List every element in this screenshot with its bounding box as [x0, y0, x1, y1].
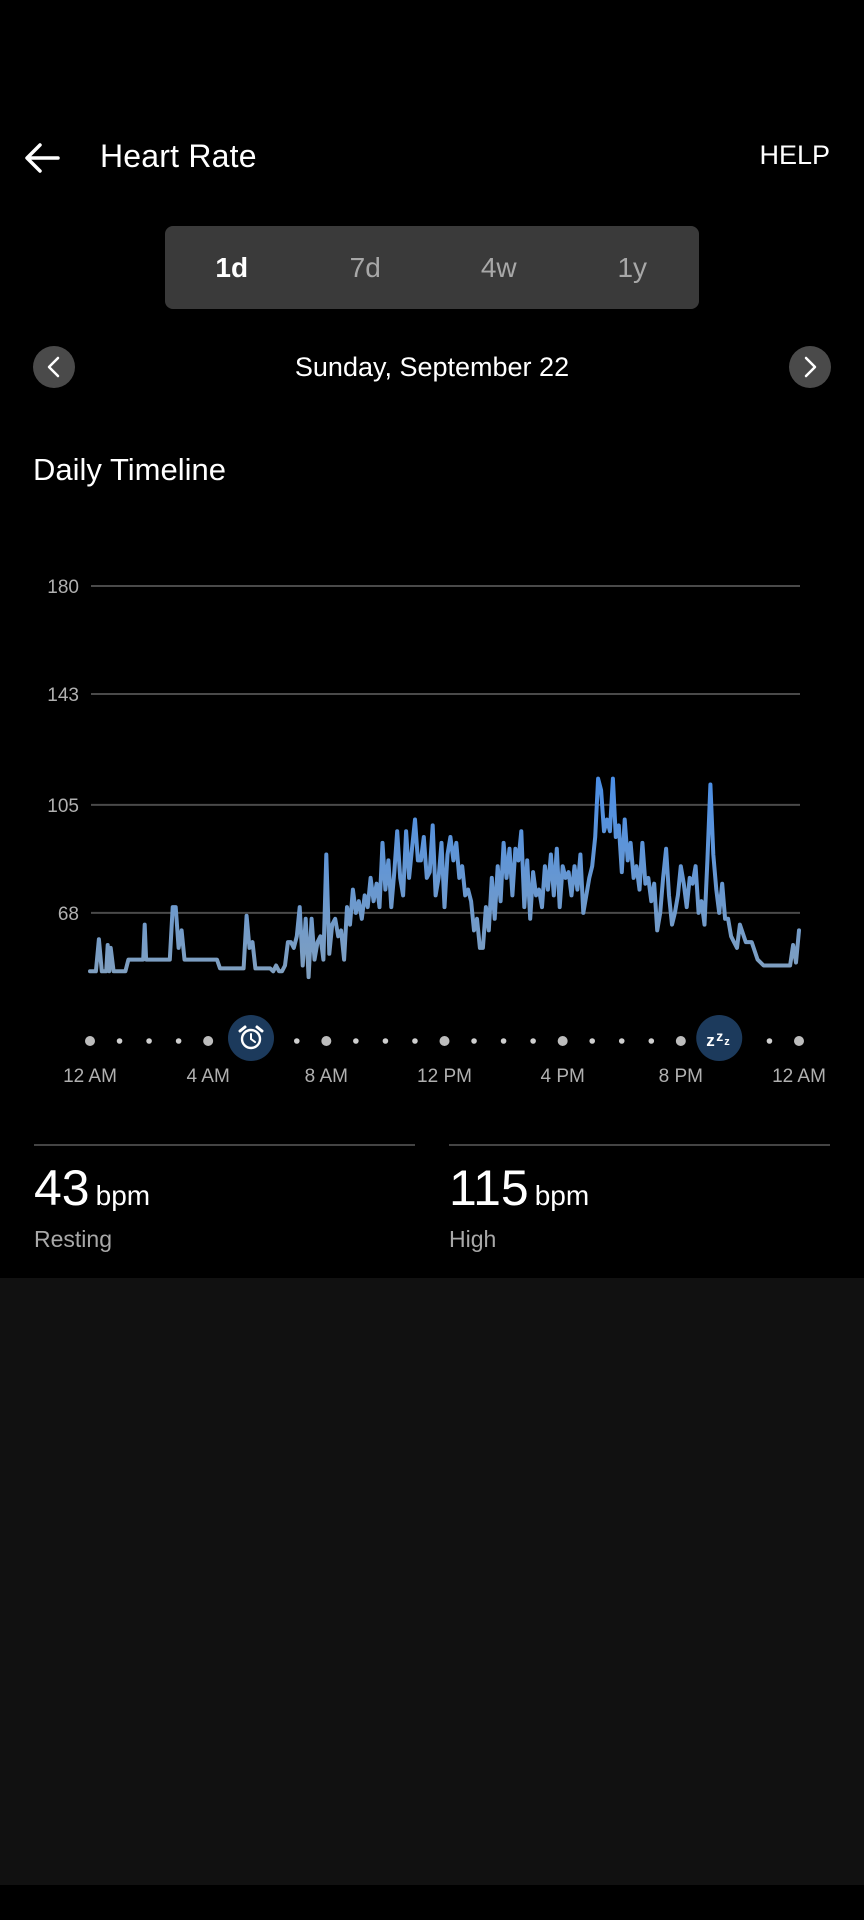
lower-panel	[0, 1278, 864, 1885]
date-navigation: Sunday, September 22	[0, 346, 864, 390]
x-tick-label: 12 AM	[63, 1066, 117, 1087]
high-unit: bpm	[534, 1180, 590, 1211]
timeline-dots	[85, 1036, 804, 1046]
timeline-dot	[412, 1038, 418, 1044]
heart-rate-chart: 180 143 105 68 zzz 12 AM 4 AM 8 AM 12 PM 4 PM 8 …	[47, 577, 826, 1087]
x-tick-label: 12 AM	[772, 1066, 826, 1087]
app-header: Heart Rate HELP	[0, 130, 864, 186]
page-title: Heart Rate	[100, 138, 257, 174]
section-title: Daily Timeline	[33, 452, 226, 487]
x-tick-label: 8 PM	[659, 1066, 703, 1087]
x-tick-label: 12 PM	[417, 1066, 472, 1087]
timeline-dot-major	[85, 1036, 95, 1046]
x-tick-label: 4 AM	[187, 1066, 230, 1087]
timeline-dot	[353, 1038, 359, 1044]
timeline-dot	[382, 1038, 389, 1044]
help-button[interactable]: HELP	[759, 140, 830, 171]
resting-label: Resting	[34, 1226, 112, 1252]
x-tick-label: 4 PM	[540, 1066, 584, 1087]
y-tick-label: 68	[58, 904, 79, 925]
range-selector: 1d 7d 4w 1y	[165, 226, 699, 309]
timeline-dot	[293, 1038, 300, 1044]
timeline-dot	[146, 1038, 152, 1044]
timeline-dot	[175, 1038, 182, 1044]
tab-1y[interactable]: 1y	[566, 226, 700, 309]
heart-rate-line	[88, 776, 801, 980]
timeline-dot-major	[203, 1036, 214, 1046]
timeline-dot	[471, 1038, 477, 1044]
stats-panel: 43 bpm Resting 115 bpm High	[0, 1144, 864, 1264]
current-date: Sunday, September 22	[294, 352, 570, 382]
resting-unit: bpm	[95, 1180, 151, 1211]
timeline-dot	[500, 1038, 507, 1044]
timeline-dot	[766, 1038, 773, 1044]
timeline-dot-major	[557, 1036, 568, 1046]
y-tick-label: 143	[47, 685, 79, 706]
timeline-dot	[116, 1038, 123, 1044]
timeline-dot	[648, 1038, 655, 1044]
timeline-dot-major	[321, 1036, 332, 1046]
x-axis: 12 AM 4 AM 8 AM 12 PM 4 PM 8 PM 12 AM	[63, 1066, 826, 1087]
timeline-dot-major	[439, 1036, 450, 1046]
timeline-dot	[530, 1038, 536, 1044]
timeline-markers: zzz	[228, 1015, 743, 1061]
chevron-right-icon	[804, 356, 817, 378]
next-day-button[interactable]	[789, 346, 831, 388]
timeline-dot-major	[794, 1036, 804, 1046]
tab-7d[interactable]: 7d	[299, 226, 433, 309]
alarm-clock-icon	[228, 1015, 275, 1061]
zzz-glyph: z	[716, 1028, 723, 1044]
y-tick-label: 180	[47, 577, 79, 598]
zzz-glyph: z	[724, 1036, 730, 1048]
back-button[interactable]	[22, 140, 62, 176]
high-value: 115	[449, 1160, 529, 1216]
timeline-dot	[589, 1038, 596, 1044]
resting-value: 43	[34, 1160, 90, 1216]
timeline-dot	[618, 1038, 625, 1044]
y-axis: 180 143 105 68	[47, 577, 79, 925]
y-tick-label: 105	[47, 796, 79, 817]
resting-stat: 43 bpm Resting	[34, 1144, 415, 1253]
tab-1d[interactable]: 1d	[165, 226, 299, 309]
high-stat: 115 bpm High	[449, 1144, 830, 1253]
timeline-dot-major	[675, 1036, 686, 1046]
tab-4w[interactable]: 4w	[432, 226, 566, 309]
high-label: High	[449, 1226, 497, 1252]
sleep-zzz-icon: zzz	[696, 1015, 743, 1061]
arrow-left-icon	[25, 143, 60, 173]
x-tick-label: 8 AM	[305, 1066, 348, 1087]
zzz-glyph: z	[706, 1031, 715, 1050]
